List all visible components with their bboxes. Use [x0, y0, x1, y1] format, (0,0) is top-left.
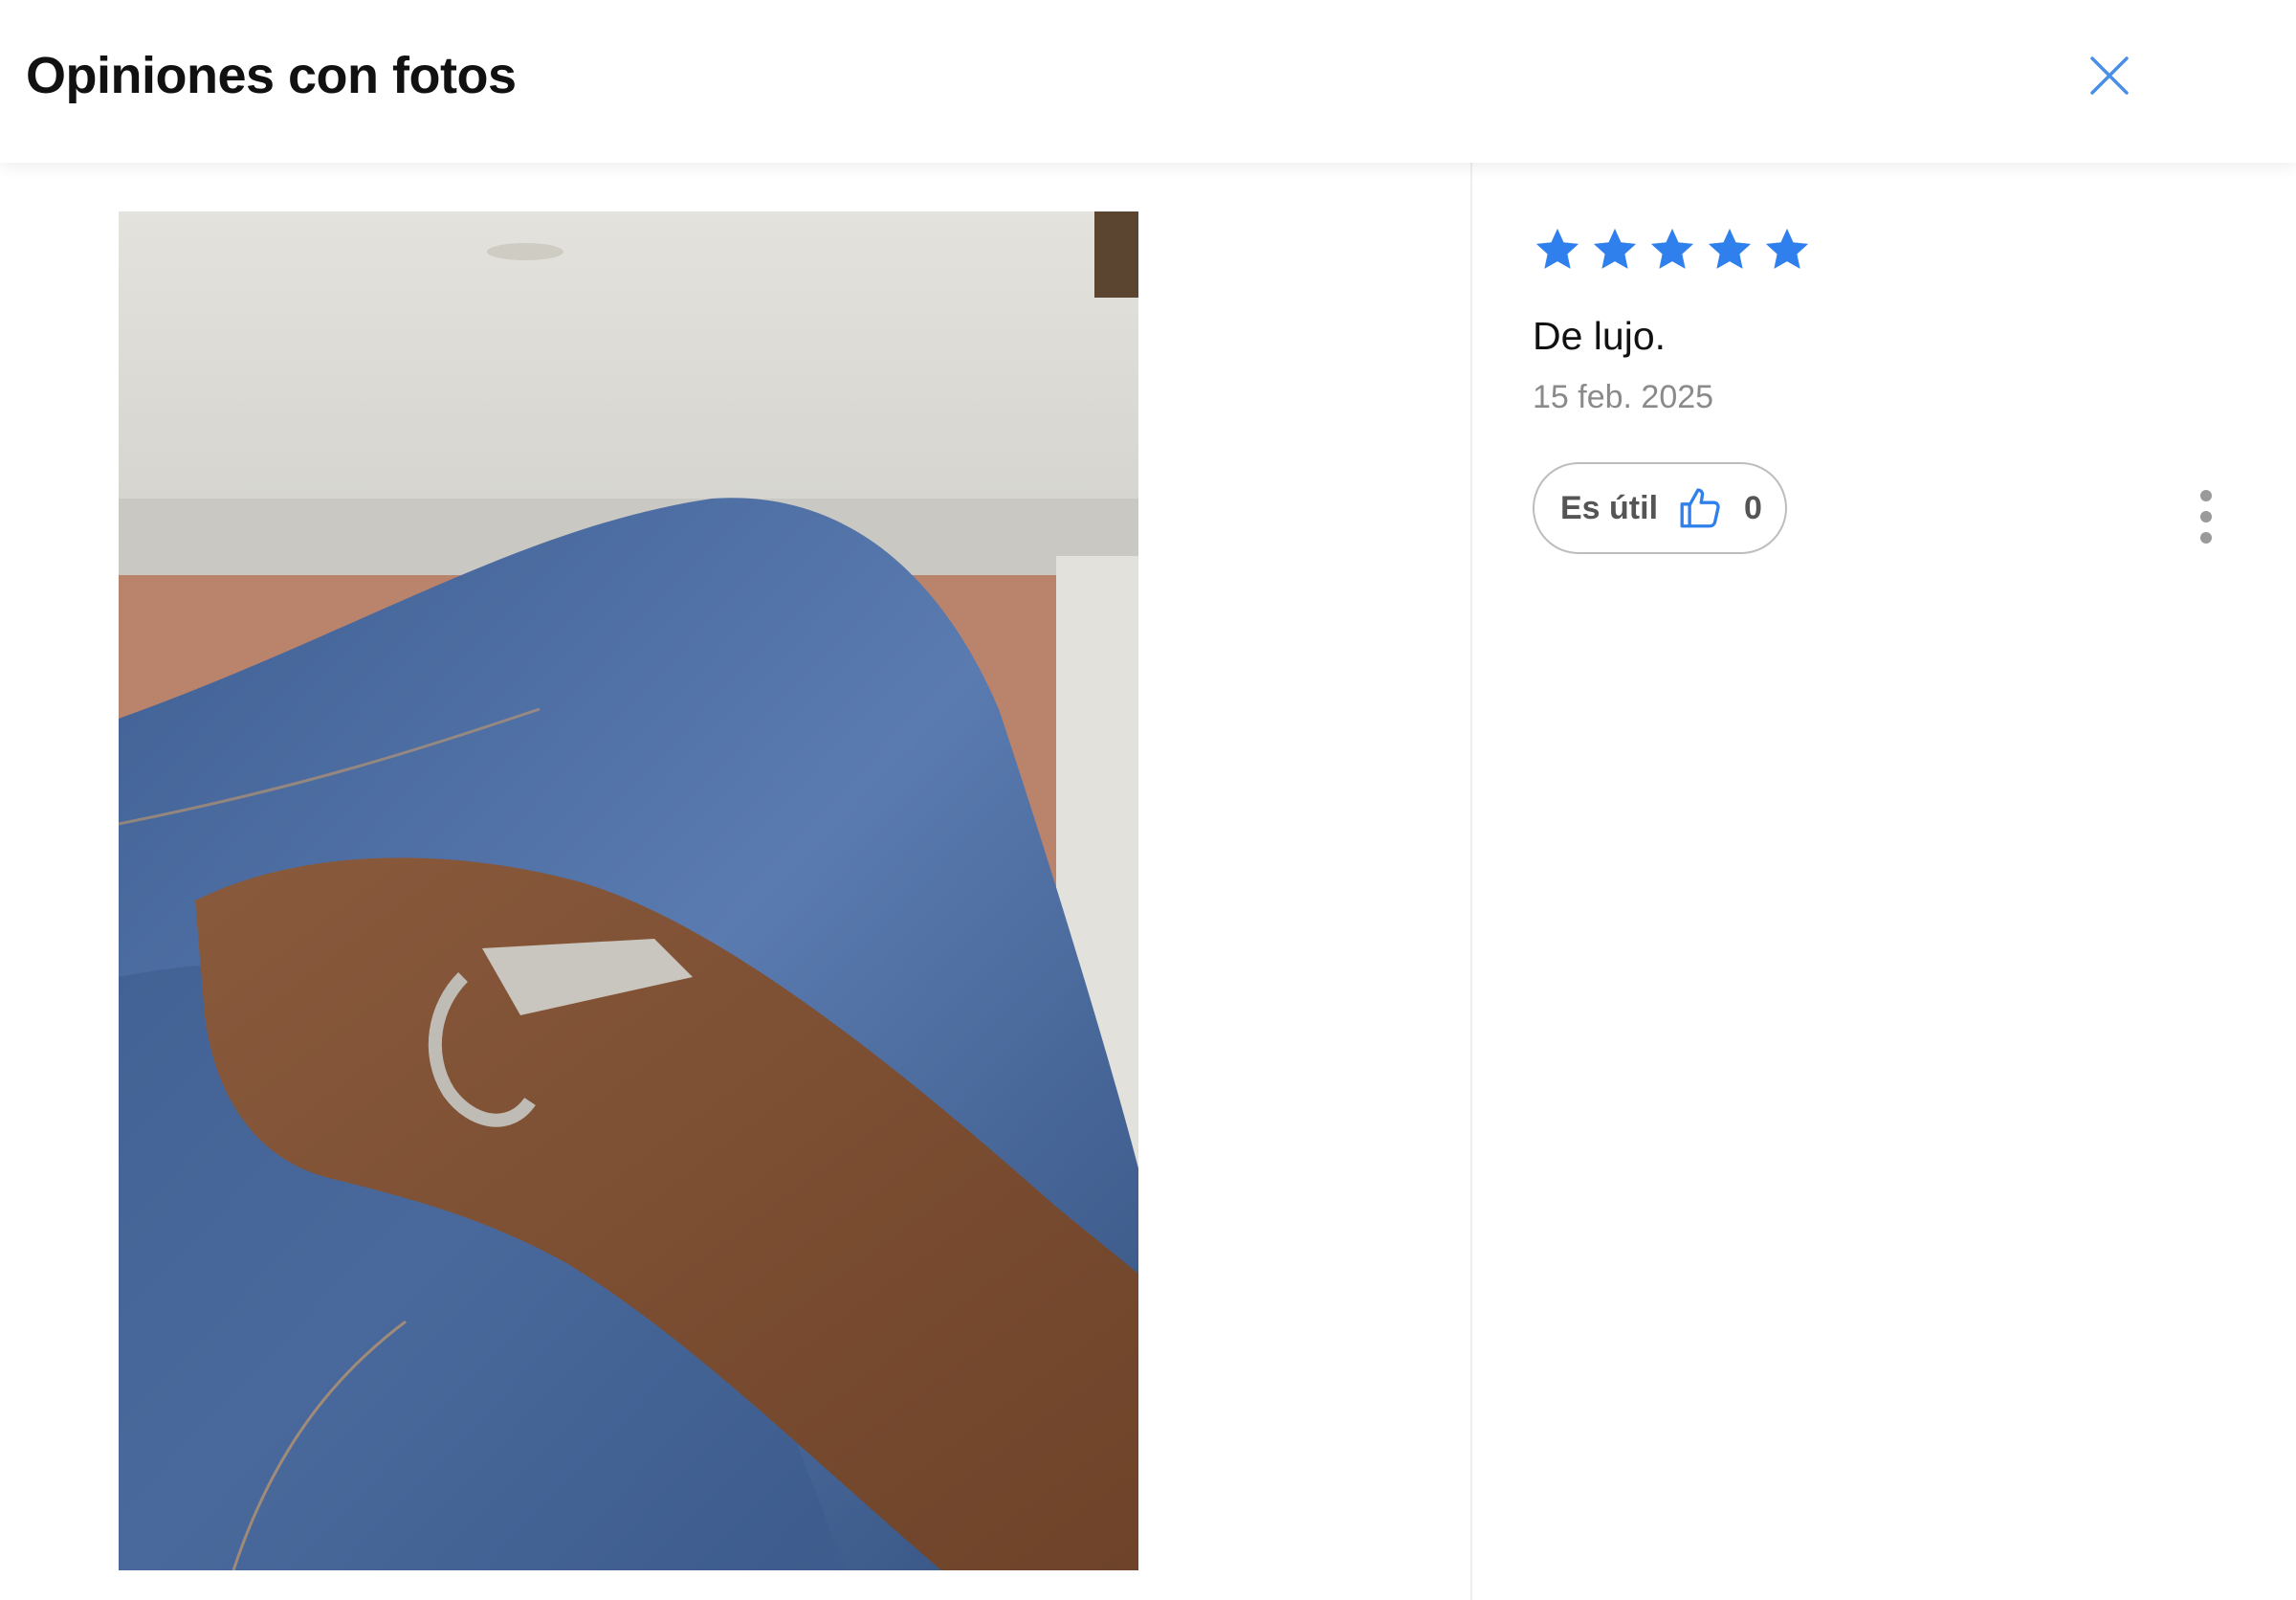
star-icon — [1708, 228, 1752, 269]
more-options-button[interactable] — [2187, 478, 2225, 555]
helpful-button[interactable]: Es útil 0 — [1533, 462, 1787, 554]
review-title: De lujo. — [1533, 314, 1667, 358]
close-button[interactable] — [2076, 42, 2143, 109]
review-panel: De lujo. 15 feb. 2025 Es útil 0 — [1533, 220, 2241, 554]
star-icon — [1650, 228, 1694, 269]
star-icon — [1765, 228, 1809, 269]
star-icon — [1535, 228, 1579, 269]
helpful-count: 0 — [1744, 489, 1762, 526]
page-title: Opiniones con fotos — [26, 47, 517, 104]
star-rating — [1533, 220, 2241, 279]
thumbs-up-icon — [1680, 488, 1720, 528]
star-icon — [1593, 228, 1637, 269]
more-vertical-icon — [2200, 511, 2212, 522]
review-date: 15 feb. 2025 — [1533, 379, 1714, 415]
modal-header: Opiniones con fotos — [0, 0, 2296, 163]
more-vertical-icon — [2200, 532, 2212, 544]
helpful-label: Es útil — [1560, 489, 1659, 526]
review-photo[interactable] — [119, 211, 1138, 1570]
more-vertical-icon — [2200, 490, 2212, 501]
close-icon — [2090, 56, 2129, 95]
panel-divider — [1470, 163, 1472, 1600]
